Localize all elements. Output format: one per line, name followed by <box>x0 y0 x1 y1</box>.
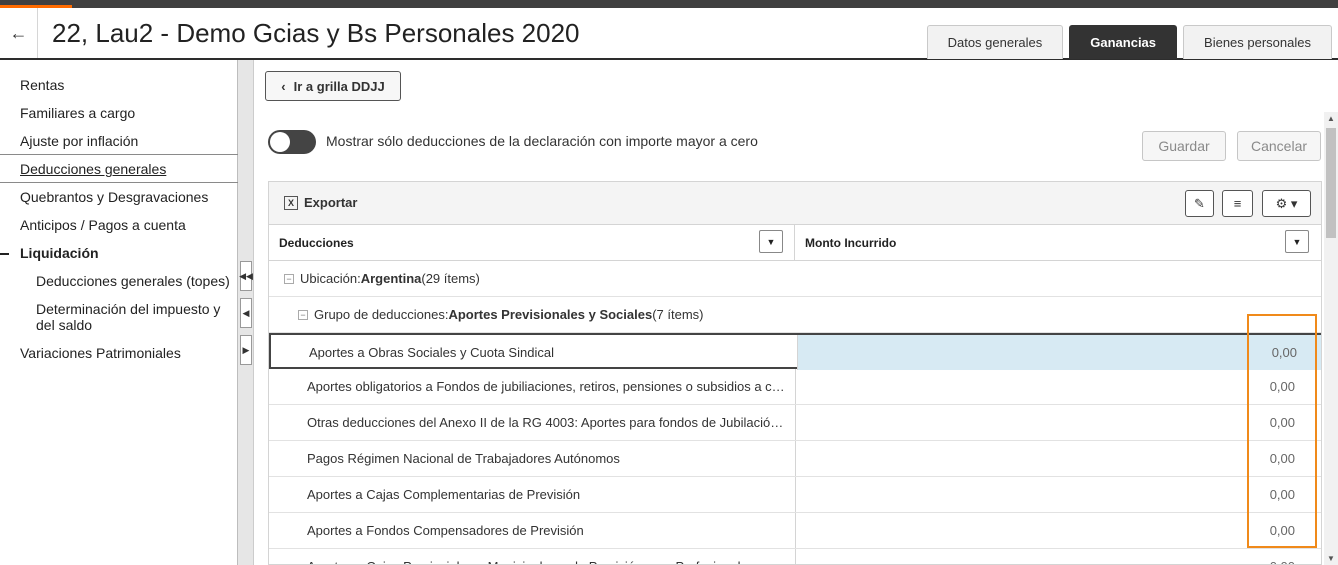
row-description: Pagos Régimen Nacional de Trabajadores A… <box>307 451 620 466</box>
row-description: Otras deducciones del Anexo II de la RG … <box>307 415 785 430</box>
top-bar <box>0 0 1338 8</box>
scroll-up-icon[interactable]: ▲ <box>1327 114 1335 123</box>
export-label: Exportar <box>304 195 358 210</box>
scroll-down-icon[interactable]: ▼ <box>1327 554 1335 563</box>
deductions-grid: X Exportar ✎ ≡ ⚙ ▾ Deducciones ▼ Monto I… <box>268 181 1322 565</box>
row-description: Aportes a Cajas Provinciales o Municipal… <box>307 549 785 564</box>
expand-right-icon[interactable]: ▶ <box>240 335 252 365</box>
table-row[interactable]: Aportes a Cajas Complementarias de Previ… <box>269 477 1321 513</box>
excel-icon: X <box>284 195 298 210</box>
row-amount: 0,00 <box>1270 549 1295 564</box>
column-menu-deducciones-icon[interactable]: ▼ <box>759 230 783 253</box>
collapse-minus-icon[interactable] <box>0 253 9 255</box>
sidebar: Rentas Familiares a cargo Ajuste por inf… <box>0 60 238 565</box>
collapse-group-icon[interactable]: − <box>298 309 308 320</box>
group-prefix: Ubicación: <box>300 271 361 286</box>
table-row[interactable]: Otras deducciones del Anexo II de la RG … <box>269 405 1321 441</box>
group-row-aportes[interactable]: − Grupo de deducciones: Aportes Previsio… <box>269 297 1321 333</box>
edit-pencil-icon[interactable]: ✎ <box>1185 190 1214 217</box>
page-title: 22, Lau2 - Demo Gcias y Bs Personales 20… <box>52 18 580 48</box>
sidebar-item-anticipos[interactable]: Anticipos / Pagos a cuenta <box>20 217 186 233</box>
back-to-grid-label: Ir a grilla DDJJ <box>293 78 385 94</box>
amount-cell[interactable]: 0,00 <box>795 441 1321 476</box>
sidebar-item-rentas[interactable]: Rentas <box>20 77 64 93</box>
back-to-grid-button[interactable]: ‹ Ir a grilla DDJJ <box>265 71 401 101</box>
table-row[interactable]: Aportes a Fondos Compensadores de Previs… <box>269 513 1321 549</box>
toggle-knob <box>270 132 290 152</box>
column-header-monto[interactable]: Monto Incurrido ▼ <box>795 225 1321 261</box>
active-divider-bottom <box>0 182 238 183</box>
vertical-scrollbar[interactable]: ▲ ▼ <box>1324 112 1338 565</box>
group-value: Argentina <box>360 271 422 286</box>
active-divider-top <box>0 154 238 155</box>
amount-cell[interactable]: 0,00 <box>797 335 1321 370</box>
row-description: Aportes a Obras Sociales y Cuota Sindica… <box>309 345 554 360</box>
sidebar-item-determinacion-cont[interactable]: del saldo <box>36 317 92 333</box>
sidebar-item-variaciones[interactable]: Variaciones Patrimoniales <box>20 345 181 361</box>
settings-gear-icon[interactable]: ⚙ ▾ <box>1262 190 1311 217</box>
column-title-deducciones: Deducciones <box>279 235 354 250</box>
align-lines-icon[interactable]: ≡ <box>1222 190 1253 217</box>
sidebar-item-quebrantos[interactable]: Quebrantos y Desgravaciones <box>20 189 208 205</box>
sidebar-item-deducciones-topes[interactable]: Deducciones generales (topes) <box>36 273 230 289</box>
tab-datos-generales[interactable]: Datos generales <box>926 25 1064 59</box>
tab-ganancias[interactable]: Ganancias <box>1069 25 1178 59</box>
amount-cell[interactable]: 0,00 <box>795 405 1321 440</box>
table-row[interactable]: Aportes a Cajas Provinciales o Municipal… <box>269 549 1321 564</box>
row-description: Aportes a Fondos Compensadores de Previs… <box>307 523 584 538</box>
amount-cell[interactable]: 0,00 <box>795 369 1321 404</box>
group-count: (7 ítems) <box>652 307 704 322</box>
grid-toolbar: X Exportar ✎ ≡ ⚙ ▾ <box>269 182 1321 225</box>
column-header-deducciones[interactable]: Deducciones ▼ <box>269 225 795 261</box>
sidebar-item-liquidacion[interactable]: Liquidación <box>20 245 99 261</box>
group-value: Aportes Previsionales y Sociales <box>448 307 653 322</box>
collapse-left-icon[interactable]: ◀ <box>240 298 252 328</box>
sidebar-item-deducciones-generales[interactable]: Deducciones generales <box>20 161 166 177</box>
sidebar-item-familiares[interactable]: Familiares a cargo <box>20 105 135 121</box>
tab-bienes-personales[interactable]: Bienes personales <box>1183 25 1332 59</box>
sidebar-item-determinacion[interactable]: Determinación del impuesto y <box>36 301 220 317</box>
table-row[interactable]: Aportes a Obras Sociales y Cuota Sindica… <box>269 333 1321 370</box>
save-button[interactable]: Guardar <box>1142 131 1226 161</box>
toggle-label: Mostrar sólo deducciones de la declaraci… <box>326 133 758 149</box>
group-count: (29 ítems) <box>421 271 480 286</box>
column-menu-monto-icon[interactable]: ▼ <box>1285 230 1309 253</box>
table-row[interactable]: Aportes obligatorios a Fondos de jubilia… <box>269 369 1321 405</box>
tab-bar: Datos generales Ganancias Bienes persona… <box>926 25 1332 59</box>
sidebar-item-ajuste-inflacion[interactable]: Ajuste por inflación <box>20 133 138 149</box>
group-row-ubicacion[interactable]: − Ubicación: Argentina (29 ítems) <box>269 261 1321 297</box>
row-description: Aportes obligatorios a Fondos de jubilia… <box>307 379 785 394</box>
amount-cell[interactable]: 0,00 <box>795 513 1321 548</box>
column-title-monto: Monto Incurrido <box>805 235 897 250</box>
row-description: Aportes a Cajas Complementarias de Previ… <box>307 487 581 502</box>
back-arrow-icon[interactable]: ← <box>0 8 38 58</box>
group-prefix: Grupo de deducciones: <box>314 307 449 322</box>
amount-cell[interactable]: 0,00 <box>795 477 1321 512</box>
amount-column-highlight <box>1247 314 1317 548</box>
chevron-left-icon: ‹ <box>281 78 286 94</box>
collapse-all-icon[interactable]: ◀◀ <box>239 261 253 291</box>
export-button[interactable]: X Exportar <box>284 195 357 210</box>
header: ← 22, Lau2 - Demo Gcias y Bs Personales … <box>0 8 1338 60</box>
cancel-button[interactable]: Cancelar <box>1237 131 1321 161</box>
table-row[interactable]: Pagos Régimen Nacional de Trabajadores A… <box>269 441 1321 477</box>
scroll-thumb[interactable] <box>1326 128 1336 238</box>
amount-cell[interactable]: 0,00 <box>795 549 1321 564</box>
only-nonzero-toggle[interactable] <box>268 130 316 154</box>
collapse-group-icon[interactable]: − <box>284 273 294 284</box>
